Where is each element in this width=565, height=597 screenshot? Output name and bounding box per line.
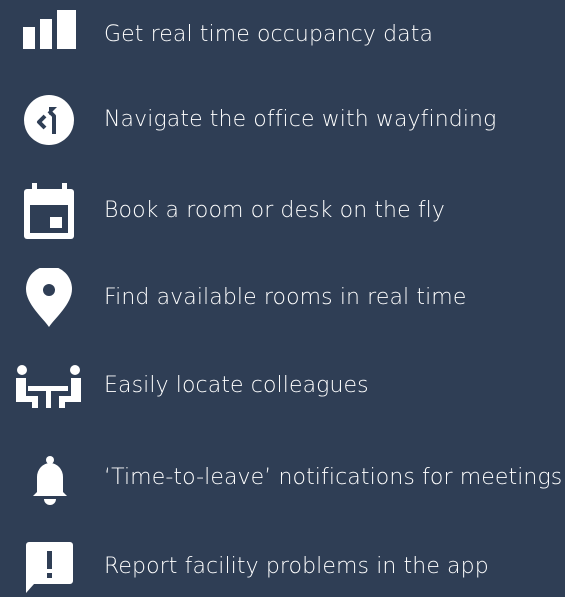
feature-item-notifications: ‘Time-to-leave’ notifications for meetin… [0,448,565,508]
feature-item-rooms: Find available rooms in real time [0,268,565,328]
bell-icon [12,448,84,508]
feature-label: Book a room or desk on the fly [104,198,446,223]
location-pin-icon [12,268,84,328]
feature-item-wayfinding: Navigate the office with wayfinding [0,90,565,150]
feature-label: Navigate the office with wayfinding [104,107,497,132]
feature-label: Find available rooms in real time [104,285,467,310]
report-problem-icon [12,537,84,597]
bar-chart-icon [12,5,84,65]
feature-label: Get real time occupancy data [104,22,434,47]
feature-item-colleagues: Easily locate colleagues [0,356,565,416]
calendar-icon [12,181,84,241]
feature-label: Report facility problems in the app [104,554,489,579]
feature-label: Easily locate colleagues [104,373,369,398]
wayfinding-icon [12,90,84,150]
feature-item-report: Report facility problems in the app [0,537,565,597]
feature-item-occupancy: Get real time occupancy data [0,5,565,65]
colleagues-icon [12,356,84,416]
feature-label: ‘Time-to-leave’ notifications for meetin… [104,465,563,490]
feature-item-booking: Book a room or desk on the fly [0,181,565,241]
